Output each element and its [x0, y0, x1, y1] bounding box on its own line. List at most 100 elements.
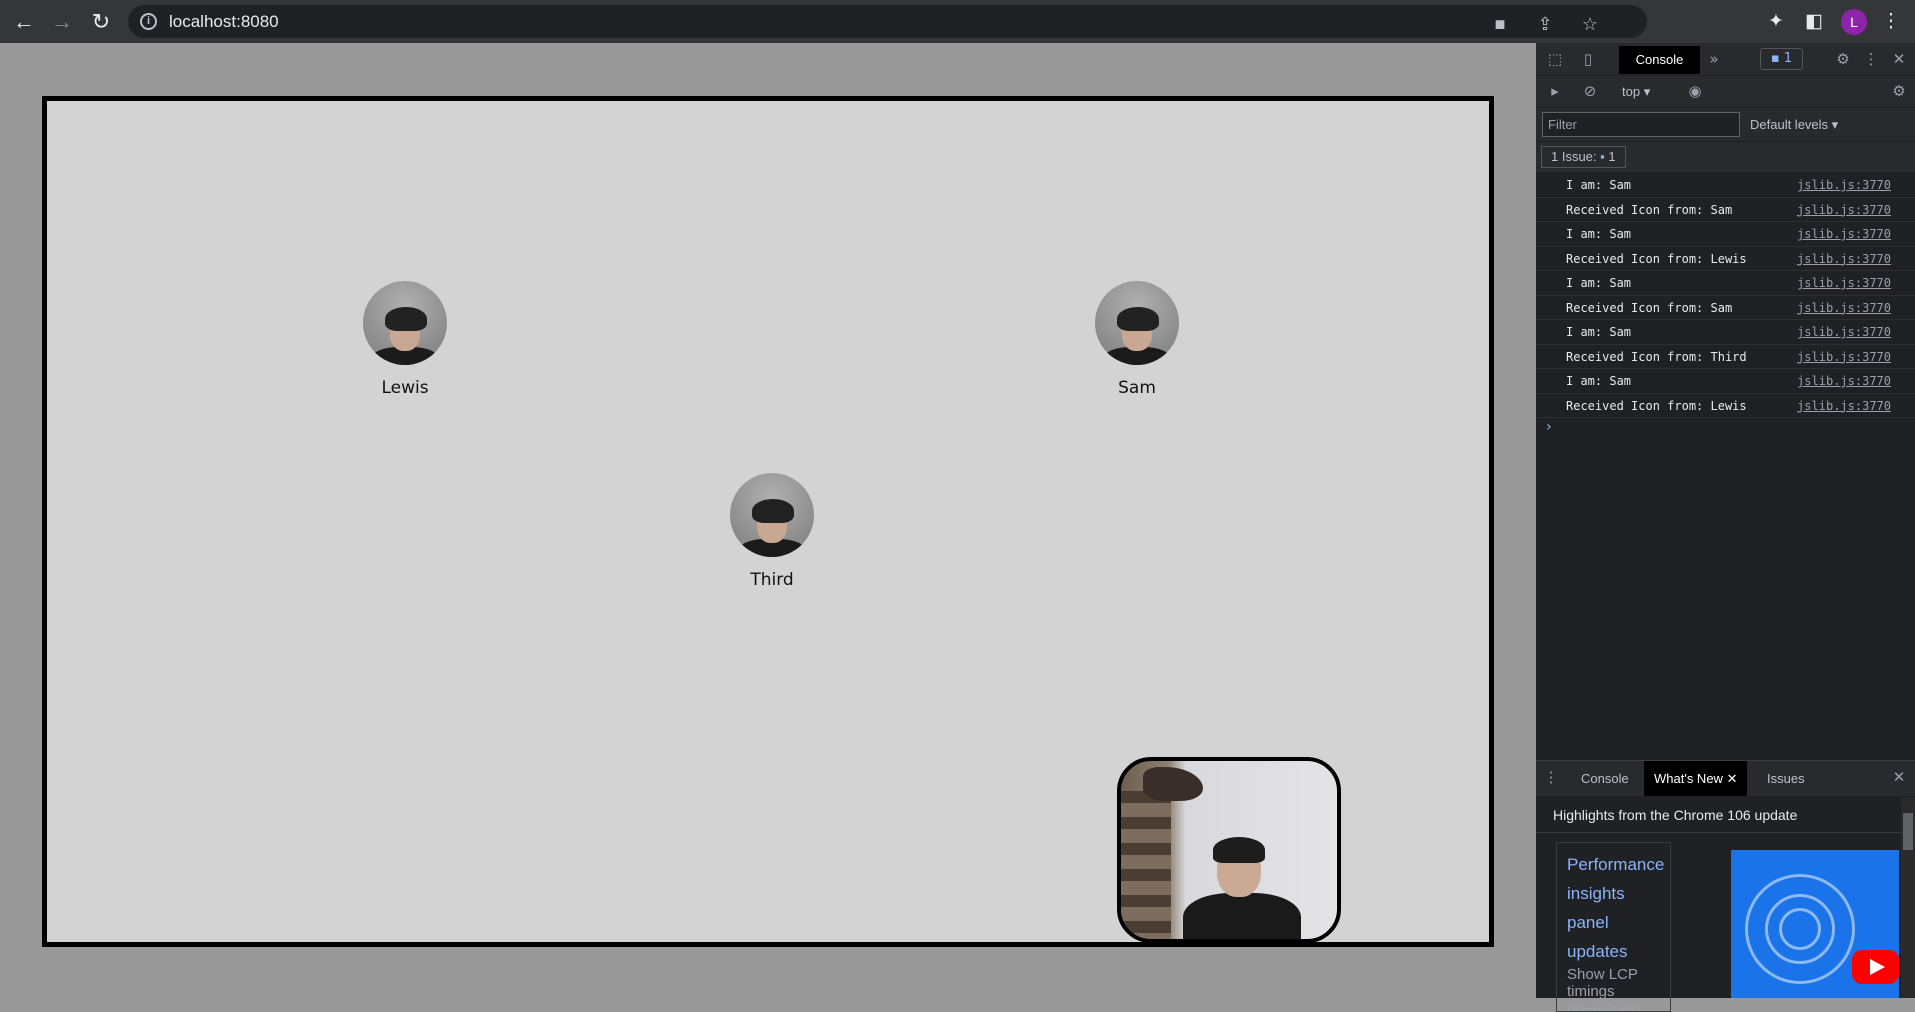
console-prompt-icon[interactable]: › — [1546, 419, 1552, 435]
log-source-link[interactable]: jslib.js:3770 — [1797, 173, 1891, 197]
close-icon[interactable]: ✕ — [1888, 48, 1910, 70]
tab-console[interactable]: Console — [1619, 46, 1700, 74]
side-panel-icon[interactable]: ◧ — [1801, 9, 1827, 35]
more-options-icon[interactable]: ⋮ — [1860, 48, 1882, 70]
issue-badge[interactable]: ▪ 1 — [1760, 48, 1803, 70]
user-third[interactable]: Third — [717, 473, 827, 590]
reload-icon[interactable]: ↻ — [87, 8, 115, 36]
user-sam[interactable]: Sam — [1082, 281, 1192, 398]
user-name: Third — [750, 570, 794, 590]
forward-icon[interactable]: → — [48, 8, 76, 36]
log-entry: I am: Sam jslib.js:3770 — [1536, 173, 1915, 198]
log-entry: I am: Sam jslib.js:3770 — [1536, 222, 1915, 247]
log-entry: Received Icon from: Sam jslib.js:3770 — [1536, 198, 1915, 222]
log-entry: I am: Sam jslib.js:3770 — [1536, 369, 1915, 394]
log-message: Received Icon from: Sam — [1566, 202, 1733, 217]
log-message: Received Icon from: Third — [1566, 349, 1747, 364]
card-link[interactable]: insights — [1567, 879, 1670, 908]
issues-summary: 1 Issue: — [1551, 149, 1597, 164]
log-entry: Received Icon from: Lewis jslib.js:3770 — [1536, 247, 1915, 271]
share-icon[interactable]: ⇪ — [1533, 12, 1557, 36]
drawer-menu-icon[interactable]: ⋮ — [1540, 767, 1562, 789]
log-source-link[interactable]: jslib.js:3770 — [1797, 271, 1891, 295]
drawer-tab-issues[interactable]: Issues — [1767, 761, 1805, 796]
log-source-link[interactable]: jslib.js:3770 — [1797, 369, 1891, 393]
user-name: Lewis — [381, 378, 429, 398]
filter-input[interactable]: Filter — [1542, 112, 1740, 137]
card-desc: Show LCP — [1567, 966, 1638, 983]
issues-row: 1 Issue: ▪ 1 — [1536, 142, 1915, 172]
drawer-close-icon[interactable]: ✕ — [1888, 767, 1910, 789]
log-message: I am: Sam — [1566, 276, 1632, 290]
log-source-link[interactable]: jslib.js:3770 — [1797, 394, 1891, 418]
log-message: Received Icon from: Lewis — [1566, 251, 1747, 266]
log-source-link[interactable]: jslib.js:3770 — [1797, 345, 1891, 369]
issues-chip[interactable]: 1 Issue: ▪ 1 — [1541, 146, 1626, 168]
profile-avatar[interactable]: L — [1841, 9, 1867, 35]
log-entry: I am: Sam jslib.js:3770 — [1536, 320, 1915, 345]
page-viewport: Lewis Sam Third — [0, 43, 1536, 998]
youtube-play-icon[interactable] — [1852, 950, 1899, 984]
log-message: I am: Sam — [1566, 178, 1632, 192]
filter-row: Filter Default levels ▾ — [1536, 108, 1915, 141]
context-select[interactable]: top ▾ — [1622, 81, 1650, 103]
user-lewis[interactable]: Lewis — [350, 281, 460, 398]
whats-new-video-thumbnail[interactable] — [1731, 850, 1899, 998]
user-avatar — [730, 473, 814, 557]
card-link[interactable]: updates — [1567, 937, 1670, 966]
drawer-scrollbar[interactable] — [1901, 797, 1915, 998]
back-icon[interactable]: ← — [10, 8, 38, 36]
clear-console-icon[interactable]: ⊘ — [1579, 80, 1601, 102]
url-text[interactable]: localhost:8080 — [169, 11, 279, 32]
menu-icon[interactable]: ⋮ — [1878, 9, 1904, 35]
devtools-toolbar: ⬚ ▯ Console » ▪ 1 ⚙ ⋮ ✕ — [1536, 43, 1915, 75]
log-entry: I am: Sam jslib.js:3770 — [1536, 271, 1915, 296]
star-icon[interactable]: ☆ — [1578, 12, 1602, 36]
message-icon: ▪ — [1600, 149, 1605, 164]
address-bar[interactable]: i localhost:8080 ■ ⇪ ☆ — [128, 5, 1647, 38]
log-entry: Received Icon from: Third jslib.js:3770 — [1536, 345, 1915, 369]
browser-toolbar: ← → ↻ i localhost:8080 ■ ⇪ ☆ ✦ ◧ L ⋮ — [0, 0, 1915, 43]
log-source-link[interactable]: jslib.js:3770 — [1797, 247, 1891, 271]
sidebar-toggle-icon[interactable]: ▸ — [1544, 80, 1566, 102]
levels-select[interactable]: Default levels ▾ — [1750, 112, 1838, 137]
log-source-link[interactable]: jslib.js:3770 — [1797, 320, 1891, 344]
extensions-icon[interactable]: ✦ — [1763, 9, 1789, 35]
card-link[interactable]: panel — [1567, 908, 1670, 937]
inspect-icon[interactable]: ⬚ — [1544, 48, 1566, 70]
console-settings-icon[interactable]: ⚙ — [1888, 80, 1910, 102]
card-link[interactable]: Performance — [1567, 850, 1670, 879]
card-desc: timings — [1567, 983, 1615, 1000]
log-source-link[interactable]: jslib.js:3770 — [1797, 222, 1891, 246]
user-avatar — [363, 281, 447, 365]
whats-new-card[interactable]: Performance insights panel updates Show … — [1556, 842, 1671, 1012]
site-info-icon[interactable]: i — [140, 13, 157, 30]
log-message: I am: Sam — [1566, 227, 1632, 241]
devtools-panel: ⬚ ▯ Console » ▪ 1 ⚙ ⋮ ✕ ▸ ⊘ top ▾ ◉ ⚙ Fi… — [1536, 43, 1915, 1012]
log-source-link[interactable]: jslib.js:3770 — [1797, 296, 1891, 320]
log-entry: Received Icon from: Lewis jslib.js:3770 — [1536, 394, 1915, 418]
log-message: I am: Sam — [1566, 374, 1632, 388]
settings-icon[interactable]: ⚙ — [1832, 48, 1854, 70]
console-toolbar: ▸ ⊘ top ▾ ◉ ⚙ — [1536, 76, 1915, 107]
whats-new-heading: Highlights from the Chrome 106 update — [1536, 797, 1915, 833]
levels-value: Default levels — [1750, 117, 1829, 132]
drawer-tab-console[interactable]: Console — [1581, 761, 1629, 796]
device-toggle-icon[interactable]: ▯ — [1577, 48, 1599, 70]
drawer-tab-label: What's New — [1654, 771, 1723, 786]
log-source-link[interactable]: jslib.js:3770 — [1797, 198, 1891, 222]
log-message: Received Icon from: Lewis — [1566, 398, 1747, 413]
drawer-tabbar: ⋮ Console What's New ✕ Issues ✕ — [1536, 760, 1915, 796]
log-message: I am: Sam — [1566, 325, 1632, 339]
console-log: I am: Sam jslib.js:3770 Received Icon fro… — [1536, 173, 1915, 418]
webcam-video[interactable] — [1117, 757, 1341, 943]
drawer-tab-whats-new[interactable]: What's New ✕ — [1644, 761, 1748, 796]
more-tabs-icon[interactable]: » — [1703, 48, 1725, 70]
issue-count: 1 — [1783, 51, 1793, 66]
log-entry: Received Icon from: Sam jslib.js:3770 — [1536, 296, 1915, 320]
user-avatar — [1095, 281, 1179, 365]
live-expression-icon[interactable]: ◉ — [1684, 80, 1706, 102]
user-name: Sam — [1118, 378, 1156, 398]
camera-icon[interactable]: ■ — [1488, 12, 1512, 36]
close-icon[interactable]: ✕ — [1727, 771, 1738, 786]
